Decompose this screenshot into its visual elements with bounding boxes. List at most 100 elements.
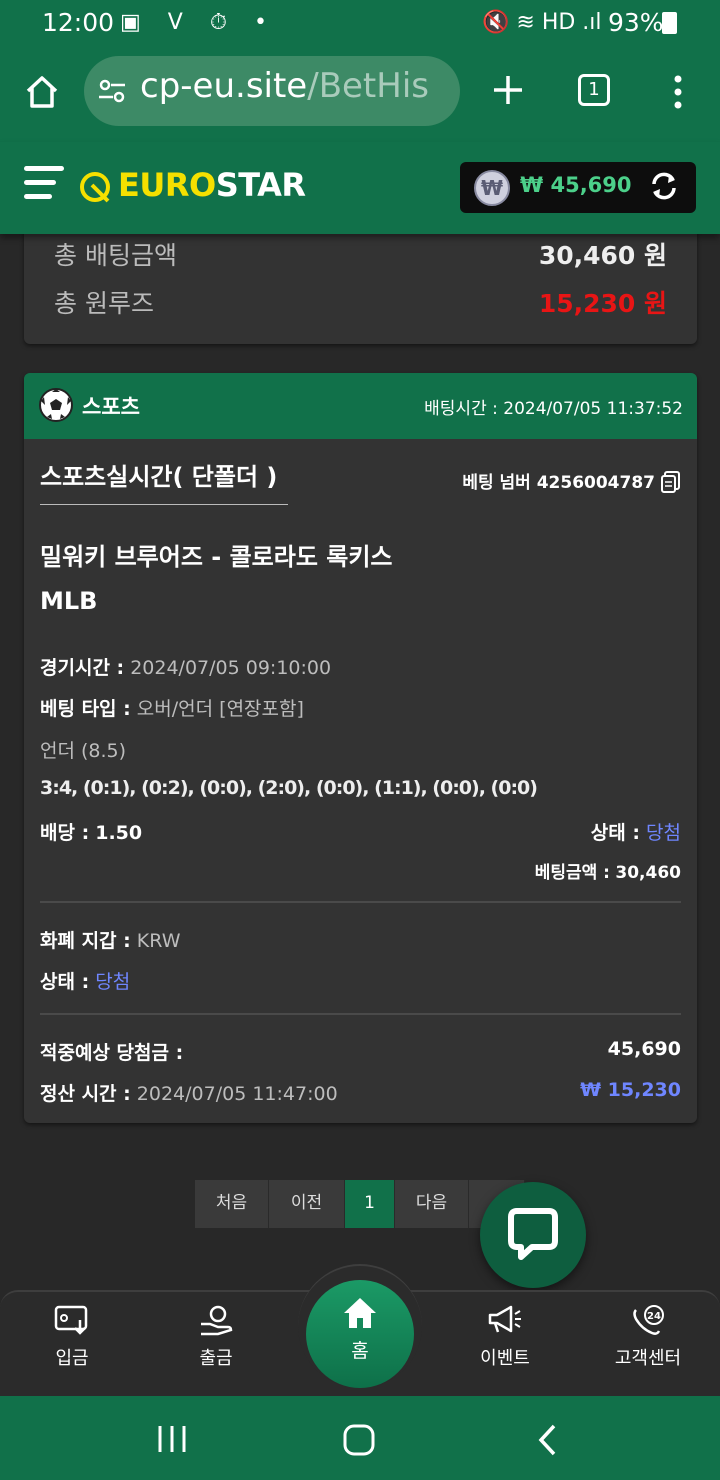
logo-mark-icon	[80, 172, 110, 203]
match-name: 밀워키 브루어즈 - 콜로라도 록키스	[40, 543, 393, 571]
settle-time-row: 정산 시간 : 2024/07/05 11:47:00	[40, 1079, 338, 1106]
more-menu-icon[interactable]	[668, 74, 688, 110]
chat-button[interactable]	[480, 1182, 586, 1288]
game-time-row: 경기시간 : 2024/07/05 09:10:00	[40, 653, 331, 680]
expected-win-value: 45,690	[607, 1038, 681, 1060]
bet-number: 베팅 넘버 4256004787	[462, 468, 681, 493]
money-hand-icon	[201, 1305, 233, 1336]
balance-amount: ₩ 45,690	[520, 173, 632, 197]
bet-type-value: 오버/언더 [연장포함]	[136, 698, 304, 720]
nav-support-label: 고객센터	[614, 1348, 682, 1369]
divider	[40, 1013, 681, 1015]
pick-value: 언더 (8.5)	[40, 740, 127, 762]
wallet-deposit-icon	[54, 1305, 88, 1335]
nav-support[interactable]: 24 고객센터	[598, 1304, 698, 1370]
browser-toolbar: cp-eu.site/BetHis 1	[0, 46, 720, 142]
hamburger-menu-icon[interactable]	[24, 166, 64, 206]
expected-win-label: 적중예상 당첨금 :	[40, 1042, 184, 1064]
bet-time: 배팅시간 : 2024/07/05 11:37:52	[424, 399, 683, 419]
score-line: 3:4, (0:1), (0:2), (0:0), (2:0), (0:0), …	[40, 777, 538, 799]
total-winloss-label: 총 원루즈	[54, 289, 154, 318]
browser-home-icon[interactable]	[24, 74, 60, 110]
support-badge: 24	[647, 1311, 661, 1322]
pick-row: 언더 (8.5)	[40, 736, 126, 763]
url-host: cp-eu.site	[140, 66, 308, 106]
pagination: 처음 이전 1 다음	[195, 1180, 525, 1228]
support-24-icon: 24	[633, 1305, 664, 1335]
settle-time-label: 정산 시간 :	[40, 1083, 131, 1105]
nav-withdraw-label: 출금	[199, 1348, 233, 1369]
settle-amount-wrap: ₩ 15,230	[580, 1079, 681, 1101]
balance-display: ₩ ₩ 45,690	[460, 162, 696, 213]
bet-type-label: 베팅 타입 :	[40, 698, 131, 720]
page-next-button[interactable]: 다음	[395, 1180, 469, 1228]
back-icon[interactable]	[536, 1424, 558, 1456]
android-nav-bar	[0, 1396, 720, 1480]
settle-time-value: 2024/07/05 11:47:00	[136, 1083, 338, 1105]
url-path: /BetHis	[307, 66, 429, 106]
total-winloss-value: 15,230 원	[538, 289, 667, 318]
total-bet-label: 총 배팅금액	[54, 241, 177, 270]
total-bet-value: 30,460 원	[538, 241, 667, 270]
app-root: 12:00 ▣ V ⏱ • 🔇 ≋ HD .ıl 93% cp-eu.site/…	[0, 0, 720, 1480]
logo-euro: EURO	[118, 166, 216, 204]
odds-value: 1.50	[95, 822, 143, 844]
status-value: 당첨	[646, 822, 681, 844]
copy-icon[interactable]	[661, 471, 681, 493]
signal-icons: 🔇 ≋ HD .ıl	[482, 10, 602, 35]
status-bar: 12:00 ▣ V ⏱ • 🔇 ≋ HD .ıl 93%	[0, 0, 720, 46]
bet-amount-label: 베팅금액 :	[534, 863, 610, 883]
page-first-button[interactable]: 처음	[195, 1180, 269, 1228]
status2-label: 상태 :	[40, 971, 90, 993]
status-label: 상태 :	[590, 822, 640, 844]
nav-home-button[interactable]: 홈	[306, 1280, 414, 1388]
bet-number-text: 베팅 넘버 4256004787	[462, 473, 655, 493]
url-text: cp-eu.site/BetHis	[140, 66, 429, 106]
expected-win-value-wrap: 45,690	[608, 1038, 681, 1060]
bet-type-row: 베팅 타입 : 오버/언더 [연장포함]	[40, 694, 304, 721]
won-coin-icon: ₩	[474, 170, 510, 206]
site-logo[interactable]: EUROSTAR	[118, 166, 306, 204]
status2-row: 상태 : 당첨	[40, 967, 130, 994]
nav-deposit[interactable]: 입금	[22, 1304, 122, 1370]
total-bet-row: 총 배팅금액 30,460 원	[54, 236, 667, 272]
bet-amount-row: 베팅금액 : 30,460	[535, 858, 681, 883]
status-time: 12:00	[42, 8, 115, 37]
wallet-value: KRW	[136, 930, 181, 952]
nav-deposit-label: 입금	[55, 1348, 89, 1369]
bet-card-header: 스포츠 배팅시간 : 2024/07/05 11:37:52	[24, 373, 697, 439]
nav-home-label: 홈	[351, 1340, 369, 1362]
expected-win-row: 적중예상 당첨금 :	[40, 1038, 183, 1065]
page-current-button[interactable]: 1	[345, 1180, 395, 1228]
status2-value: 당첨	[95, 971, 131, 993]
megaphone-icon	[488, 1305, 521, 1333]
wallet-row: 화폐 지갑 : KRW	[40, 926, 180, 953]
battery-percent: 93%	[608, 8, 664, 37]
status-row: 상태 : 당첨	[591, 818, 681, 845]
recent-apps-icon[interactable]	[156, 1424, 188, 1454]
odds-label: 배당 :	[40, 822, 90, 844]
bet-category: 스포츠	[82, 395, 140, 419]
chat-bubble-icon	[508, 1208, 558, 1260]
notification-icons: ▣ V ⏱ •	[120, 10, 277, 35]
url-field[interactable]: cp-eu.site/BetHis	[84, 56, 460, 126]
page-prev-button[interactable]: 이전	[269, 1180, 345, 1228]
odds-row: 배당 : 1.50	[40, 818, 142, 845]
total-winloss-row: 총 원루즈 15,230 원	[54, 284, 667, 320]
logo-star: STAR	[215, 166, 306, 204]
game-time-label: 경기시간 :	[40, 657, 125, 679]
new-tab-icon[interactable]	[490, 72, 526, 108]
android-home-icon[interactable]	[342, 1424, 376, 1456]
league-name: MLB	[40, 587, 98, 615]
divider	[40, 901, 681, 903]
soccer-ball-icon	[39, 388, 73, 422]
nav-event-label: 이벤트	[480, 1348, 530, 1369]
nav-withdraw[interactable]: 출금	[166, 1304, 266, 1370]
tab-switcher-button[interactable]: 1	[578, 74, 610, 106]
site-settings-icon[interactable]	[98, 78, 126, 104]
settle-amount: ₩ 15,230	[580, 1079, 681, 1101]
refresh-icon[interactable]	[648, 170, 680, 202]
nav-event[interactable]: 이벤트	[455, 1304, 555, 1370]
game-time-value: 2024/07/05 09:10:00	[130, 657, 332, 679]
bet-amount-value: 30,460	[615, 863, 681, 883]
